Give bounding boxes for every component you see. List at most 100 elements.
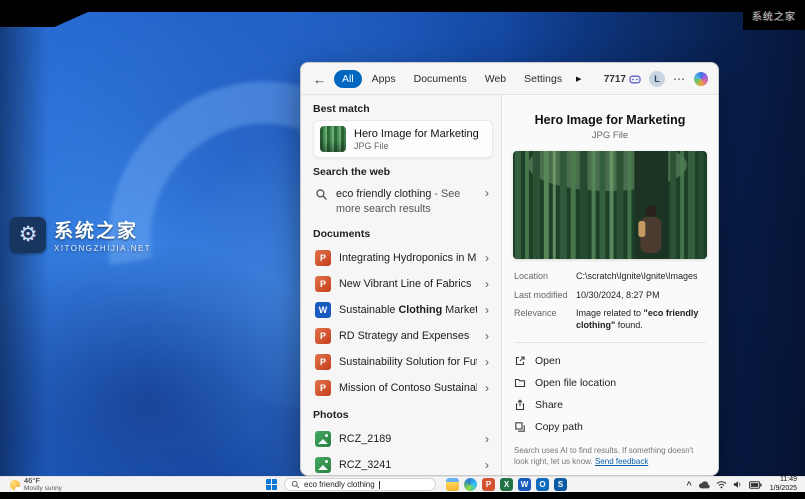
chevron-right-icon: ›	[485, 304, 491, 316]
search-header: ← AllAppsDocumentsWebSettingsFoldersP ▶ …	[301, 63, 718, 94]
weather-condition: Mostly sunny	[24, 485, 62, 492]
tab-settings[interactable]: Settings	[516, 70, 570, 88]
web-search-result[interactable]: eco friendly clothing - See more search …	[313, 183, 493, 220]
tab-all[interactable]: All	[334, 70, 362, 88]
word-icon: W	[315, 302, 331, 318]
send-feedback-link[interactable]: Send feedback	[595, 457, 648, 466]
powerpoint-icon: P	[315, 250, 331, 266]
action-label: Copy path	[535, 421, 583, 433]
powerpoint-icon[interactable]: P	[482, 478, 495, 491]
powerpoint-icon: P	[315, 354, 331, 370]
store-icon[interactable]: S	[554, 478, 567, 491]
action-open-file-location[interactable]: Open file location	[514, 372, 706, 394]
preview-divider	[514, 342, 706, 343]
action-open[interactable]: Open	[514, 350, 706, 372]
watermark-logo-icon: ⚙	[10, 217, 46, 253]
metadata-value: Image related to "eco friendly clothing"…	[576, 308, 706, 331]
desktop: 系统之家 ⚙ 系统之家 XITONGZHIJIA.NET ← AllAppsDo…	[0, 0, 805, 499]
ai-disclaimer: Search uses AI to find results. If somet…	[514, 445, 706, 467]
document-result[interactable]: PMission of Contoso Sustainable F...›	[313, 375, 493, 401]
clock[interactable]: 11:49 1/9/2025	[770, 476, 797, 493]
tray-expand-icon[interactable]: ^	[686, 481, 691, 490]
metadata-value: 10/30/2024, 8:27 PM	[576, 290, 660, 302]
watermark-title: 系统之家	[54, 216, 151, 243]
tab-web[interactable]: Web	[477, 70, 514, 88]
result-title: RD Strategy and Expenses	[339, 330, 477, 342]
start-button[interactable]	[266, 479, 277, 490]
metadata-label: Location	[514, 271, 570, 283]
file-explorer-icon[interactable]	[446, 478, 459, 491]
chevron-right-icon: ›	[485, 382, 491, 394]
edge-icon[interactable]	[464, 478, 477, 491]
metadata-list: LocationC:\scratch\Ignite\Ignite\ImagesL…	[514, 271, 706, 339]
document-result[interactable]: P RD Strategy and Expenses ›	[313, 323, 493, 349]
copy-icon	[514, 421, 526, 433]
chevron-right-icon: ›	[485, 252, 491, 264]
photo-icon	[315, 457, 331, 473]
best-match-result[interactable]: Hero Image for Marketing JPG File	[313, 120, 493, 158]
chevron-right-icon: ›	[485, 459, 491, 471]
battery-icon[interactable]	[749, 481, 762, 489]
weather-temp: 46°F	[24, 477, 62, 485]
account-avatar[interactable]: L	[649, 71, 665, 87]
taskbar-apps: PXWOS	[446, 478, 567, 491]
rewards-count: 7717	[604, 74, 626, 85]
more-options-button[interactable]: ⋯	[673, 72, 686, 86]
rewards-badge[interactable]: 7717	[604, 73, 641, 85]
onedrive-icon[interactable]	[698, 481, 710, 489]
photo-result[interactable]: RCZ_2189 ›	[313, 426, 493, 452]
word-icon[interactable]: W	[518, 478, 531, 491]
powerpoint-icon: P	[315, 328, 331, 344]
weather-sun-icon	[10, 480, 20, 490]
document-result[interactable]: WSustainable Clothing Marketing ...›	[313, 297, 493, 323]
action-list: Open Open file location Share Copy path	[514, 350, 706, 438]
document-result[interactable]: P Integrating Hydroponics in Manu... ›	[313, 245, 493, 271]
watermark-subtitle: XITONGZHIJIA.NET	[54, 244, 151, 253]
tabs-overflow-icon[interactable]: ▶	[576, 75, 581, 83]
watermark-corner: 系统之家	[743, 0, 805, 30]
chevron-right-icon: ›	[485, 330, 491, 342]
documents-list: P Integrating Hydroponics in Manu... › P New…	[313, 245, 493, 401]
result-title: Integrating Hydroponics in Manu...	[339, 252, 477, 264]
copilot-icon[interactable]	[694, 72, 708, 86]
result-title: RCZ_2189	[339, 433, 477, 445]
folder-icon	[514, 377, 526, 389]
watermark-corner-text: 系统之家	[752, 8, 796, 23]
tab-documents[interactable]: Documents	[406, 70, 475, 88]
taskbar-search-box[interactable]: eco friendly clothing	[284, 478, 436, 491]
back-arrow-icon[interactable]: ←	[313, 72, 331, 87]
wifi-icon[interactable]	[716, 480, 727, 489]
share-icon	[514, 399, 526, 411]
metadata-label: Relevance	[514, 308, 570, 331]
preview-panel: Hero Image for Marketing JPG File	[501, 95, 718, 475]
result-thumbnail	[320, 126, 346, 152]
filter-tabs: AllAppsDocumentsWebSettingsFoldersP	[334, 70, 572, 88]
chevron-right-icon: ›	[485, 356, 491, 368]
chevron-right-icon: ›	[485, 433, 491, 445]
letterbox-top	[0, 0, 805, 12]
outlook-icon[interactable]: O	[536, 478, 549, 491]
action-label: Open file location	[535, 377, 616, 389]
result-title: New Vibrant Line of Fabrics	[339, 278, 477, 290]
action-copy-path[interactable]: Copy path	[514, 416, 706, 438]
taskbar: 46°F Mostly sunny eco friendly clothing …	[0, 476, 805, 492]
weather-widget[interactable]: 46°F Mostly sunny	[10, 477, 62, 492]
tab-apps[interactable]: Apps	[364, 70, 404, 88]
open-icon	[514, 355, 526, 367]
rewards-icon	[629, 73, 641, 85]
photo-result[interactable]: RCZ_3241›	[313, 452, 493, 475]
action-share[interactable]: Share	[514, 394, 706, 416]
document-result[interactable]: PNew Vibrant Line of Fabrics›	[313, 271, 493, 297]
powerpoint-icon: P	[315, 276, 331, 292]
text-caret	[379, 481, 380, 489]
site-watermark: ⚙ 系统之家 XITONGZHIJIA.NET	[10, 216, 151, 253]
clock-time: 11:49	[770, 476, 797, 484]
metadata-label: Last modified	[514, 290, 570, 302]
section-header-documents: Documents	[313, 228, 493, 240]
document-result[interactable]: PSustainability Solution for Future ...›	[313, 349, 493, 375]
results-panel: Best match Hero Image for Marketing JPG …	[301, 95, 501, 475]
excel-icon[interactable]: X	[500, 478, 513, 491]
metadata-row: LocationC:\scratch\Ignite\Ignite\Images	[514, 271, 706, 283]
volume-icon[interactable]	[733, 480, 743, 489]
search-icon	[291, 480, 300, 489]
